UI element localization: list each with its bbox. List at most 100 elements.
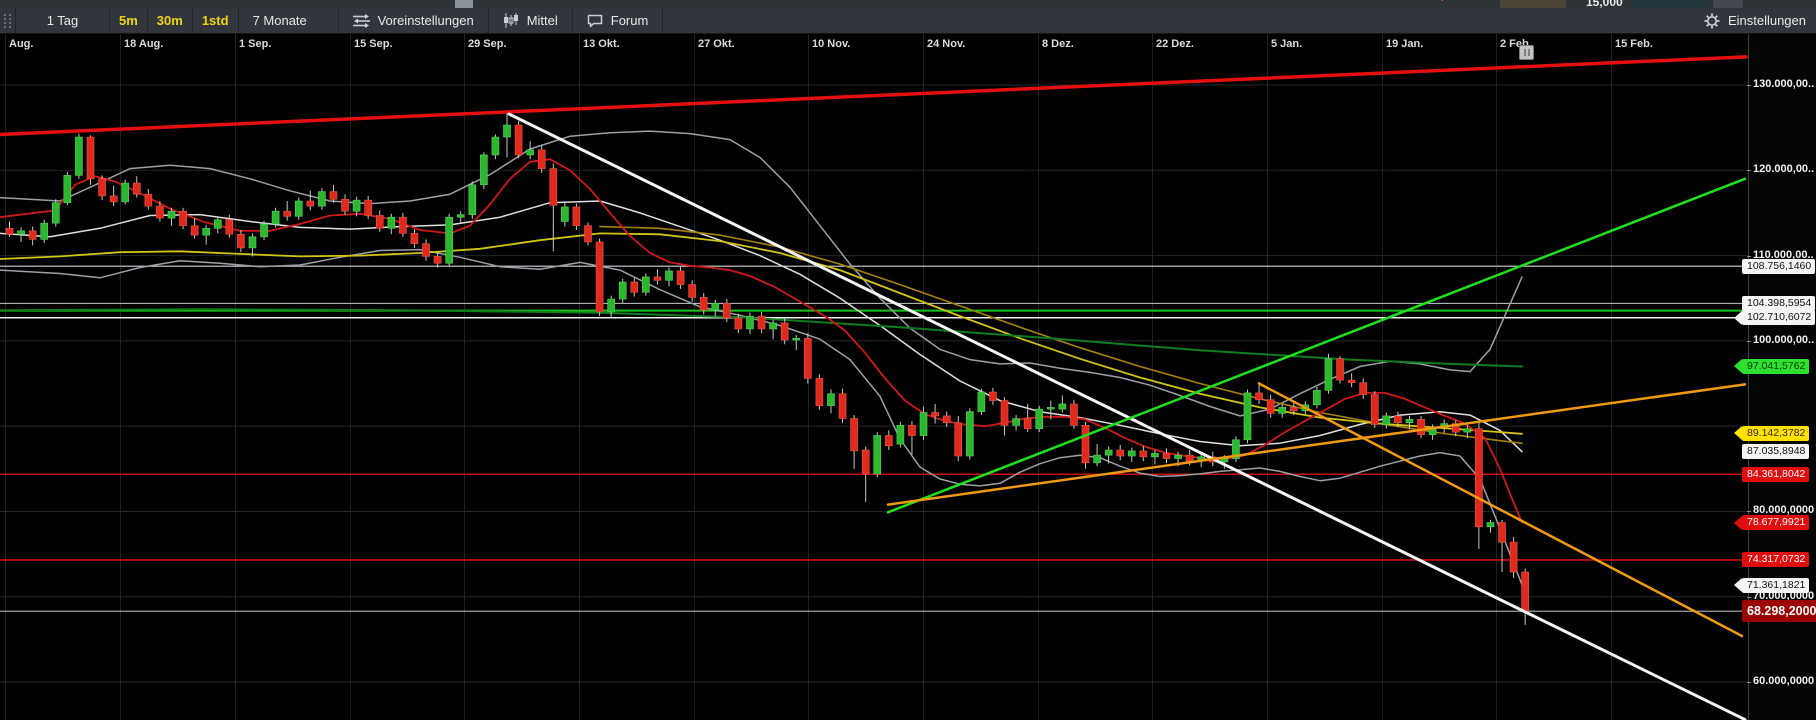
candle [1128,451,1135,456]
price-badge-red[interactable]: 78.677,9921 [1734,515,1809,530]
candle [1360,383,1367,395]
badge-pointer [1734,426,1742,440]
candle [99,179,106,196]
forum-label: Forum [611,13,649,28]
date-tick-label: 8 Dez. [1042,38,1074,50]
price-badge-red[interactable]: 84.361,8042 [1742,467,1809,482]
candle [122,183,129,202]
candle [87,137,94,179]
date-tick-label: 1 Sep. [239,38,271,50]
mittel-label: Mittel [527,13,558,28]
candle [145,194,152,206]
badge-value: 78.677,9921 [1742,515,1809,530]
candle [41,223,48,239]
badge-value: 108.756,1460 [1742,259,1815,274]
badge-value: 102.710,6072 [1742,310,1815,325]
timeframe-1std-button[interactable]: 1std [193,8,239,33]
presets-button[interactable]: Voreinstellungen [339,8,489,33]
candle [700,297,707,310]
scroll-piece [455,0,473,8]
candle [839,394,846,419]
candle [1510,542,1517,572]
candle [746,316,753,329]
candle [1464,429,1471,432]
candle [307,201,314,206]
candle [596,242,603,312]
candle [827,394,834,406]
candle [1059,404,1066,409]
candle [1244,393,1251,440]
interval-button[interactable]: 1 Tag [16,8,110,33]
price-tick-mark [1747,85,1751,86]
candle [816,378,823,405]
candle [411,233,418,243]
candle [723,303,730,317]
price-tick-mark [1747,597,1751,598]
settings-button[interactable]: Einstellungen [1690,8,1816,33]
candle [515,125,522,155]
candle [457,215,464,218]
candle [1522,572,1529,611]
candle [1001,401,1008,426]
candle [1256,393,1263,400]
candle [1105,450,1112,455]
badge-value: 71.361,1821 [1742,578,1809,593]
candle [318,192,325,206]
candle [862,450,869,474]
candle [156,206,163,218]
candle [677,271,684,285]
candle [1070,404,1077,425]
gray-panel [1713,0,1743,8]
candle [1186,455,1193,461]
range-button[interactable]: 7 Monate [239,8,339,33]
candle [469,185,476,215]
toolbar-grip-icon[interactable] [0,8,16,33]
candle [943,416,950,423]
price-tick-mark [1747,341,1751,342]
timeframe-5m-button[interactable]: 5m [110,8,148,33]
chart-region: Aug.18 Aug.1 Sep.15 Sep.29 Sep.13 Okt.27… [0,34,1816,720]
badge-pointer [1734,359,1742,373]
badge-value: 89.142,3782 [1742,426,1809,441]
candle [689,285,696,298]
timeframe-30m-button[interactable]: 30m [148,8,193,33]
candle [735,318,742,329]
candle [793,338,800,340]
date-tick-label: 5 Jan. [1271,38,1302,50]
price-badge-red[interactable]: 74.317,0732 [1742,552,1809,567]
presets-label: Voreinstellungen [378,13,474,28]
candle [1013,418,1020,425]
tf-30m-label: 30m [157,13,183,28]
chart-canvas[interactable] [0,34,1748,720]
date-tick-label: 15 Feb. [1615,38,1653,50]
candle [342,199,349,211]
price-badge-white: 104.398,5954 [1742,296,1815,311]
candle [1140,451,1147,457]
mittel-button[interactable]: Mittel [489,8,573,33]
candle [1163,453,1170,458]
candle [874,436,881,474]
candle [168,211,175,218]
price-badge-white: 108.756,1460 [1742,259,1815,274]
candle [1024,418,1031,428]
gear-icon [1704,13,1720,29]
price-badge-green: 97.041,5762 [1734,359,1809,374]
date-tick-label: 13 Okt. [583,38,620,50]
chart-drag-handle[interactable] [1519,45,1534,60]
date-tick-label: 27 Okt. [698,38,735,50]
settings-label: Einstellungen [1728,13,1806,28]
candle [1279,407,1286,413]
candle [1313,390,1320,404]
badge-pointer [1734,578,1742,592]
candle [631,282,638,292]
candle [75,137,82,175]
candle [18,231,25,234]
date-tick-label: 19 Jan. [1386,38,1423,50]
forum-button[interactable]: Forum [573,8,664,33]
candle [665,271,672,280]
candle [585,226,592,242]
quote-value-fragment: 15,000 [1586,0,1630,8]
candle [608,299,615,312]
candle [1082,425,1089,463]
candle [1117,450,1124,456]
